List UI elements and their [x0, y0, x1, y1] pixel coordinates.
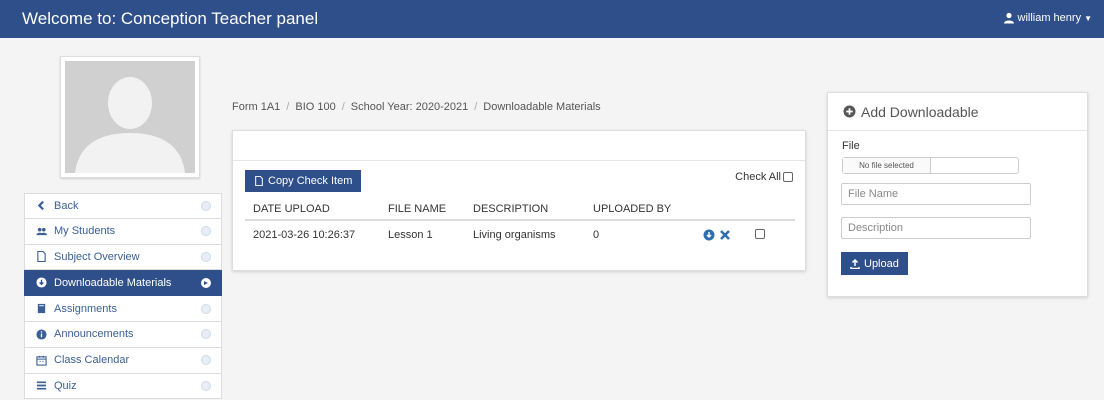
chevron-right-icon — [201, 329, 211, 340]
chevron-right-icon — [201, 277, 211, 288]
sidebar-item-label: Assignments — [54, 302, 117, 315]
sidebar-item-label: Class Calendar — [54, 354, 130, 367]
file-input[interactable]: No file selected — [842, 157, 1019, 174]
column-header: FILE NAME — [388, 203, 447, 215]
file-status: No file selected — [843, 158, 931, 173]
top-navbar: Welcome to: Conception Teacher panel wil… — [0, 0, 1104, 38]
copy-check-item-label: Copy Check Item — [268, 175, 353, 187]
file-icon — [35, 251, 47, 263]
user-name: william henry — [1017, 12, 1082, 24]
check-all-label: Check All — [735, 171, 781, 183]
chevron-right-icon — [201, 226, 211, 237]
chevron-right-icon — [201, 251, 211, 262]
user-icon — [1003, 12, 1014, 24]
sidebar-item-assignments[interactable]: Assignments — [24, 296, 222, 322]
sidebar-item-class-calendar[interactable]: Class Calendar — [24, 347, 222, 374]
column-header: DESCRIPTION — [473, 203, 549, 215]
breadcrumb-current: Downloadable Materials — [483, 101, 601, 113]
chevron-left-icon — [35, 200, 47, 212]
sidebar-item-label: Quiz — [54, 379, 77, 392]
download-icon[interactable] — [703, 229, 715, 241]
download-circle-icon — [35, 277, 47, 289]
breadcrumb-item[interactable]: BIO 100 — [295, 101, 335, 113]
upload-label: Upload — [864, 257, 899, 270]
sidebar-item-my-students[interactable]: My Students — [24, 218, 222, 245]
chevron-right-icon — [201, 380, 211, 391]
upload-icon — [850, 258, 860, 269]
sidebar-item-announcements[interactable]: Announcements — [24, 321, 222, 348]
check-all[interactable]: Check All — [735, 171, 793, 183]
add-downloadable-header: Add Downloadable — [828, 93, 1087, 131]
sidebar-item-quiz[interactable]: Quiz — [24, 373, 222, 400]
breadcrumb-item[interactable]: Form 1A1 — [232, 101, 280, 113]
add-downloadable-panel: Add Downloadable File No file selected F… — [827, 92, 1088, 297]
delete-icon[interactable] — [719, 229, 731, 241]
caret-down-icon: ▼ — [1084, 13, 1092, 23]
check-all-checkbox[interactable] — [783, 172, 793, 182]
upload-button[interactable]: Upload — [841, 252, 908, 275]
file-label: File — [842, 140, 860, 152]
calendar-icon — [35, 354, 47, 366]
sidebar-item-subject-overview[interactable]: Subject Overview — [24, 244, 222, 271]
column-header: UPLOADED BY — [593, 203, 672, 215]
sidebar-item-label: My Students — [54, 225, 116, 238]
chevron-right-icon — [201, 303, 211, 314]
book-icon — [35, 303, 47, 315]
table-row: 2021-03-26 10:26:37 Lesson 1 Living orga… — [245, 221, 795, 249]
panel-title: Welcome to: Conception Teacher panel — [22, 9, 319, 28]
profile-photo — [60, 56, 200, 178]
add-downloadable-title: Add Downloadable — [861, 103, 979, 120]
users-icon — [35, 225, 47, 237]
panel-header — [233, 131, 805, 161]
info-icon — [35, 328, 47, 340]
cell-uploaded-by: 0 — [593, 229, 600, 241]
breadcrumb-item[interactable]: School Year: 2020-2021 — [351, 101, 468, 113]
description-input[interactable]: Description — [841, 217, 1031, 239]
sidebar-item-downloadable-materials[interactable]: Downloadable Materials — [24, 270, 222, 297]
sidebar-nav: Back My Students Subject Overview Downlo… — [24, 193, 222, 400]
user-menu[interactable]: william henry ▼ — [1003, 12, 1092, 24]
sidebar-item-label: Downloadable Materials — [54, 276, 172, 289]
sidebar-item-label: Subject Overview — [54, 250, 140, 263]
cell-description: Living organisms — [473, 229, 556, 241]
column-header: DATE UPLOAD — [253, 203, 330, 215]
chevron-right-icon — [201, 355, 211, 366]
table-header: DATE UPLOAD FILE NAME DESCRIPTION UPLOAD… — [245, 199, 795, 221]
sidebar-item-label: Announcements — [54, 328, 134, 341]
sidebar-item-back[interactable]: Back — [24, 193, 222, 219]
chevron-right-icon — [201, 200, 211, 211]
breadcrumb: Form 1A1/BIO 100/School Year: 2020-2021/… — [232, 101, 601, 113]
list-icon — [35, 380, 47, 392]
avatar-placeholder-icon — [65, 61, 195, 173]
materials-panel: Copy Check Item Check All DATE UPLOAD FI… — [232, 130, 806, 271]
file-name-input[interactable]: File Name — [841, 183, 1031, 205]
sidebar-item-label: Back — [54, 199, 79, 212]
file-icon — [255, 176, 263, 186]
cell-file-name: Lesson 1 — [388, 229, 433, 241]
materials-table: DATE UPLOAD FILE NAME DESCRIPTION UPLOAD… — [245, 199, 795, 249]
row-checkbox[interactable] — [755, 228, 765, 239]
copy-check-item-button[interactable]: Copy Check Item — [245, 170, 362, 192]
cell-date-upload: 2021-03-26 10:26:37 — [253, 229, 356, 241]
plus-circle-icon — [843, 105, 856, 118]
